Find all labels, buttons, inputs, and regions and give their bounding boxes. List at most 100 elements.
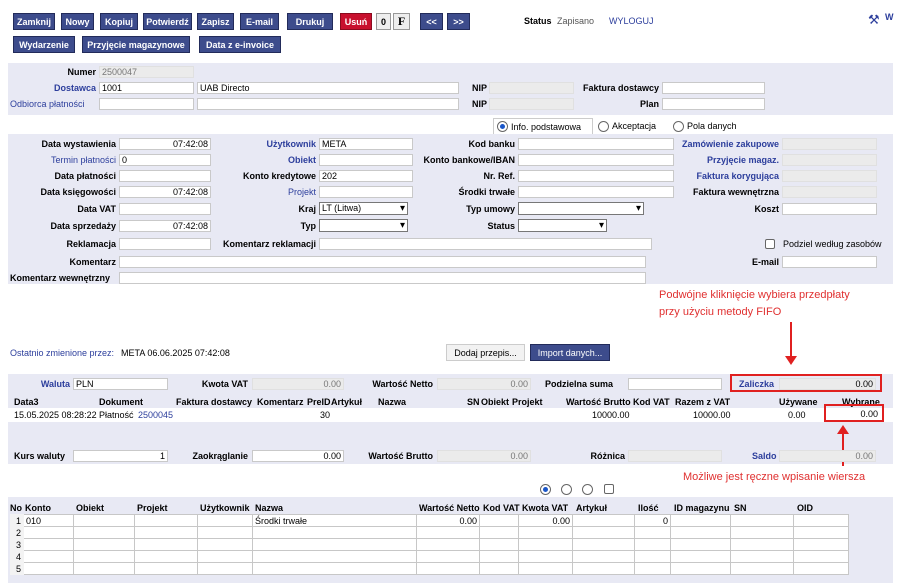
- bank-account-field[interactable]: [518, 154, 674, 166]
- oid-cell[interactable]: [793, 562, 849, 575]
- qty-cell[interactable]: [634, 550, 671, 563]
- due-label[interactable]: Termin płatności: [10, 155, 116, 165]
- balance-label[interactable]: Saldo: [752, 451, 777, 461]
- due-field[interactable]: 0: [119, 154, 211, 166]
- vat-amount-cell[interactable]: 0.00: [518, 514, 573, 527]
- confirm-button[interactable]: Potwierdź: [143, 13, 192, 30]
- user-cell[interactable]: [197, 538, 253, 551]
- warehouse-cell[interactable]: [670, 538, 731, 551]
- article-cell[interactable]: [572, 562, 635, 575]
- country-select[interactable]: LT (Litwa): [319, 202, 408, 215]
- project-label[interactable]: Projekt: [215, 187, 316, 197]
- issue-button[interactable]: Wydarzenie: [13, 36, 75, 53]
- project-cell[interactable]: [134, 514, 198, 527]
- payment-date-field[interactable]: [119, 170, 211, 182]
- warehouse-cell[interactable]: [670, 562, 731, 575]
- project-cell[interactable]: [134, 538, 198, 551]
- purchase-order-label[interactable]: Zamówienie zakupowe: [675, 139, 779, 149]
- currency-label[interactable]: Waluta: [30, 379, 70, 389]
- net-cell[interactable]: [416, 562, 480, 575]
- ref-field[interactable]: [518, 170, 674, 182]
- net-cell[interactable]: 0.00: [416, 514, 480, 527]
- supplier-code-field[interactable]: 1001: [99, 82, 194, 94]
- account-cell[interactable]: [23, 526, 74, 539]
- object-label[interactable]: Obiekt: [215, 155, 316, 165]
- sn-cell[interactable]: [730, 538, 794, 551]
- user-field[interactable]: META: [319, 138, 413, 150]
- cost-field[interactable]: [782, 203, 877, 215]
- vat-code-cell[interactable]: [479, 538, 519, 551]
- user-cell[interactable]: [197, 514, 253, 527]
- booking-date-field[interactable]: 07:42:08: [119, 186, 211, 198]
- name-cell[interactable]: [252, 538, 417, 551]
- receipt-label[interactable]: Przyjęcie magaz.: [675, 155, 779, 165]
- user-cell[interactable]: [197, 550, 253, 563]
- sale-date-field[interactable]: 07:42:08: [119, 220, 211, 232]
- credit-account-field[interactable]: 202: [319, 170, 413, 182]
- name-cell[interactable]: [252, 526, 417, 539]
- table-row[interactable]: 2: [10, 526, 849, 539]
- article-cell[interactable]: [572, 538, 635, 551]
- vat-amount-cell[interactable]: [518, 550, 573, 563]
- bank-code-field[interactable]: [518, 138, 674, 150]
- supplier-label[interactable]: Dostawca: [40, 83, 96, 93]
- payee-field[interactable]: [99, 98, 194, 110]
- payee-label[interactable]: Odbiorca płatności: [10, 99, 96, 109]
- view-radio-2-icon[interactable]: [561, 484, 572, 495]
- supplier-name-field[interactable]: UAB Directo: [197, 82, 459, 94]
- object-field[interactable]: [319, 154, 413, 166]
- account-cell[interactable]: [23, 538, 74, 551]
- account-cell[interactable]: [23, 550, 74, 563]
- table-row[interactable]: 1 010 Środki trwałe 0.00 0.00 0: [10, 514, 849, 527]
- project-cell[interactable]: [134, 562, 198, 575]
- fixed-assets-field[interactable]: [518, 186, 674, 198]
- net-cell[interactable]: [416, 538, 480, 551]
- net-cell[interactable]: [416, 550, 480, 563]
- sn-cell[interactable]: [730, 526, 794, 539]
- table-row[interactable]: 3: [10, 538, 849, 551]
- vat-amount-cell[interactable]: [518, 562, 573, 575]
- status-select[interactable]: [518, 219, 607, 232]
- vat-code-cell[interactable]: [479, 526, 519, 539]
- delete-button[interactable]: Usuń: [340, 13, 372, 30]
- table-row[interactable]: 4: [10, 550, 849, 563]
- net-cell[interactable]: [416, 526, 480, 539]
- oid-cell[interactable]: [793, 550, 849, 563]
- f-button[interactable]: F: [393, 13, 410, 30]
- vat-code-cell[interactable]: [479, 514, 519, 527]
- add-attachment-button[interactable]: Dodaj przepis...: [446, 344, 525, 361]
- view-radio-3-icon[interactable]: [582, 484, 593, 495]
- oid-cell[interactable]: [793, 538, 849, 551]
- vat-date-field[interactable]: [119, 203, 211, 215]
- close-button[interactable]: Zamknij: [13, 13, 55, 30]
- rounding-field[interactable]: 0.00: [252, 450, 344, 462]
- sn-cell[interactable]: [730, 550, 794, 563]
- user-label[interactable]: Użytkownik: [215, 139, 316, 149]
- warehouse-cell[interactable]: [670, 514, 731, 527]
- object-cell[interactable]: [73, 514, 135, 527]
- project-field[interactable]: [319, 186, 413, 198]
- user-cell[interactable]: [197, 562, 253, 575]
- qty-cell[interactable]: [634, 562, 671, 575]
- warehouse-cell[interactable]: [670, 550, 731, 563]
- internal-comment-field[interactable]: [119, 272, 646, 284]
- rate-field[interactable]: 1: [73, 450, 168, 462]
- tab-acceptance[interactable]: Akceptacja: [598, 118, 670, 134]
- vat-amount-cell[interactable]: [518, 538, 573, 551]
- name-cell[interactable]: [252, 562, 417, 575]
- comment-field[interactable]: [119, 256, 646, 268]
- project-cell[interactable]: [134, 550, 198, 563]
- goods-receipt-button[interactable]: Przyjęcie magazynowe: [82, 36, 190, 53]
- tab-data-fields[interactable]: Pola danych: [673, 118, 753, 134]
- name-cell[interactable]: [252, 550, 417, 563]
- vat-code-cell[interactable]: [479, 562, 519, 575]
- print-button[interactable]: Drukuj: [287, 13, 333, 30]
- tab-basic-info[interactable]: Info. podstawowa: [493, 118, 593, 134]
- view-checkbox[interactable]: [604, 484, 614, 494]
- complaint-comment-field[interactable]: [319, 238, 652, 250]
- article-cell[interactable]: [572, 550, 635, 563]
- next-button[interactable]: >>: [447, 13, 470, 30]
- vat-code-cell[interactable]: [479, 550, 519, 563]
- issue-date-field[interactable]: 07:42:08: [119, 138, 211, 150]
- name-cell[interactable]: Środki trwałe: [252, 514, 417, 527]
